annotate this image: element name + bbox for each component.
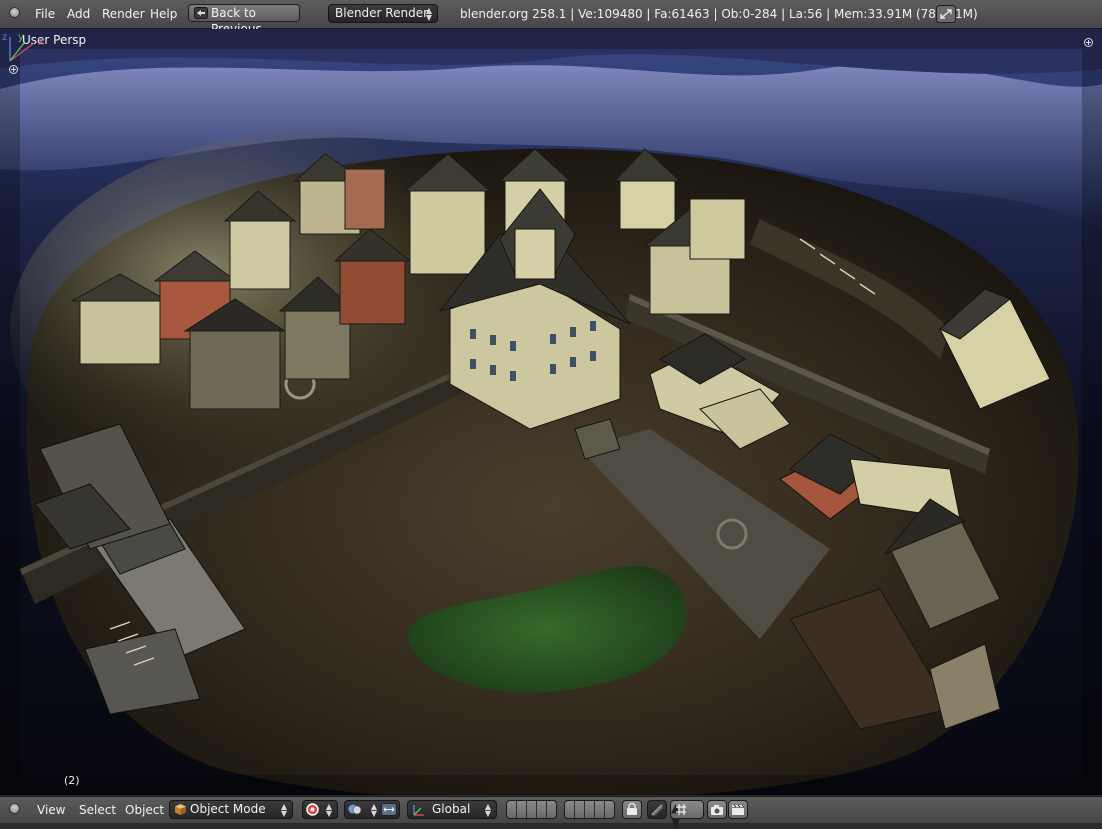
corner-grip-icon[interactable] <box>9 7 20 18</box>
updown-arrows-icon: ▲ ▼ <box>370 802 377 818</box>
layers-row-1[interactable] <box>506 800 557 819</box>
mode-cube-icon <box>175 804 186 815</box>
scene-render <box>0 29 1102 795</box>
snap-target-icon <box>676 804 686 815</box>
back-arrow-icon <box>194 7 208 19</box>
menu-add[interactable]: Add <box>67 7 90 21</box>
render-button[interactable] <box>707 800 727 819</box>
menu-help[interactable]: Help <box>150 7 177 21</box>
clapper-icon <box>732 804 745 815</box>
lock-camera-button[interactable] <box>622 800 642 819</box>
render-engine-dropdown[interactable]: Blender Render ▲ ▼ <box>328 4 438 23</box>
render-engine-label: Blender Render <box>335 6 429 20</box>
updown-arrows-icon: ▲ ▼ <box>325 802 332 818</box>
render-animation-button[interactable] <box>728 800 748 819</box>
orientation-label: Global <box>432 802 471 816</box>
menu-render[interactable]: Render <box>102 7 145 21</box>
axis-x-label: x <box>38 37 44 48</box>
menu-view[interactable]: View <box>37 803 65 817</box>
shading-dropdown[interactable]: ▲ ▼ <box>344 800 400 819</box>
updown-arrows-icon: ▲ ▼ <box>425 6 432 22</box>
axis-gizmo: x y z <box>2 32 44 62</box>
pivot-icon <box>306 803 319 816</box>
updown-arrows-icon: ▲ ▼ <box>484 802 491 818</box>
back-to-previous-button[interactable]: Back to Previous <box>188 4 300 36</box>
orientation-axes-icon <box>413 805 424 816</box>
3d-viewport[interactable]: User Persp x y z (2) <box>0 29 1102 795</box>
layers-icon[interactable] <box>565 801 614 818</box>
fullscreen-icon[interactable] <box>936 5 956 23</box>
manipulator-icon[interactable] <box>381 803 397 816</box>
snap-toggle[interactable] <box>647 800 667 819</box>
lock-icon <box>627 803 637 815</box>
updown-arrows-icon: ▲ ▼ <box>280 802 287 818</box>
layers-row-2[interactable] <box>564 800 615 819</box>
current-frame-label: (2) <box>64 774 80 787</box>
scene-stats: blender.org 258.1 | Ve:109480 | Fa:61463… <box>460 7 978 21</box>
shading-sphere-icon <box>348 804 362 815</box>
mode-label: Object Mode <box>190 802 266 816</box>
mode-dropdown[interactable]: Object Mode ▲ ▼ <box>169 800 293 819</box>
menu-select[interactable]: Select <box>79 803 116 817</box>
menu-object[interactable]: Object <box>125 803 164 817</box>
viewport-header: View Select Object Object Mode ▲ ▼ ▲ ▼ ▲ ▼ <box>0 796 1102 829</box>
snap-magnet-icon <box>651 804 663 816</box>
transform-orientation-dropdown[interactable]: Global ▲ ▼ <box>407 800 497 819</box>
axis-y-label: y <box>18 32 24 43</box>
properties-plus-icon[interactable] <box>1084 38 1093 47</box>
snap-element-dropdown[interactable]: ▲ ▼ <box>670 800 704 829</box>
pivot-dropdown[interactable]: ▲ ▼ <box>302 800 338 819</box>
info-header: File Add Render Help Back to Previous Bl… <box>0 0 1102 36</box>
layers-icon[interactable] <box>507 801 556 818</box>
render-camera-icon <box>711 805 723 815</box>
axis-z-label: z <box>2 32 7 43</box>
editor-type-grip-icon[interactable] <box>9 803 20 814</box>
menu-file[interactable]: File <box>35 7 55 21</box>
